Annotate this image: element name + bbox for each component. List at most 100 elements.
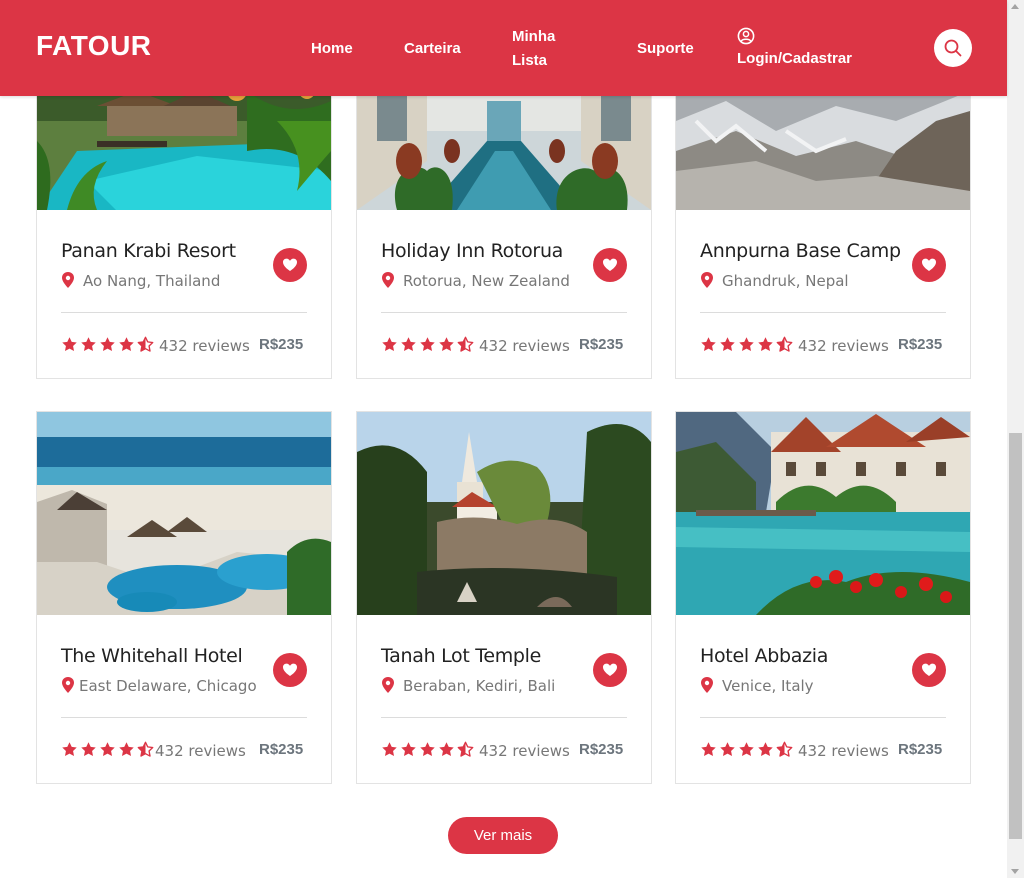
heart-icon [603, 663, 617, 676]
hotel-card[interactable]: Holiday Inn Rotorua Rotorua, New Zealand… [356, 60, 652, 379]
review-count: 432 reviews [479, 742, 570, 760]
star-full-icon [420, 337, 435, 352]
price: R$235 [259, 741, 304, 758]
nav-home[interactable]: Home [311, 37, 353, 61]
card-divider [700, 312, 946, 313]
card-divider [61, 717, 307, 718]
star-half-icon [137, 336, 154, 352]
search-button[interactable] [934, 29, 972, 67]
heart-icon [922, 663, 936, 676]
star-full-icon [62, 742, 77, 757]
star-half-icon [137, 741, 154, 757]
star-full-icon [81, 742, 96, 757]
star-full-icon [439, 742, 454, 757]
page-scrollbar[interactable] [1007, 0, 1024, 878]
search-icon [944, 39, 962, 57]
map-pin-icon [701, 272, 713, 288]
hotel-location: Ao Nang, Thailand [61, 272, 220, 290]
heart-icon [922, 258, 936, 271]
hotel-location: Beraban, Kediri, Bali [381, 677, 555, 695]
hotel-photo [357, 412, 651, 615]
star-full-icon [382, 742, 397, 757]
favorite-button[interactable] [912, 248, 946, 282]
star-full-icon [739, 742, 754, 757]
hotel-location: Ghandruk, Nepal [700, 272, 849, 290]
hotel-photo [676, 412, 970, 615]
hotel-location: East Delaware, Chicago [61, 677, 257, 695]
nav-login[interactable]: Login/Cadastrar [737, 27, 852, 71]
nav-my-list-line1: Minha [512, 28, 556, 45]
star-full-icon [720, 337, 735, 352]
hotel-location: Rotorua, New Zealand [381, 272, 570, 290]
favorite-button[interactable] [593, 653, 627, 687]
rating-stars [700, 336, 795, 356]
rating-stars [61, 741, 156, 761]
review-count: 432 reviews [155, 742, 246, 760]
star-full-icon [758, 337, 773, 352]
card-divider [61, 312, 307, 313]
hotel-card[interactable]: Hotel Abbazia Venice, Italy 432 reviews … [675, 411, 971, 784]
user-circle-icon [737, 27, 755, 45]
hotel-name: Annpurna Base Camp [700, 240, 901, 262]
scroll-up-arrow-icon[interactable] [1011, 4, 1019, 9]
nav-my-list[interactable]: Minha Lista [512, 25, 572, 73]
star-full-icon [758, 742, 773, 757]
star-full-icon [401, 337, 416, 352]
hotel-name: Panan Krabi Resort [61, 240, 236, 262]
hotel-photo [37, 412, 331, 615]
favorite-button[interactable] [912, 653, 946, 687]
map-pin-icon [62, 677, 74, 693]
star-full-icon [81, 337, 96, 352]
card-divider [381, 717, 627, 718]
price: R$235 [579, 741, 624, 758]
hotel-card[interactable]: The Whitehall Hotel East Delaware, Chica… [36, 411, 332, 784]
star-full-icon [701, 742, 716, 757]
star-half-icon [776, 336, 793, 352]
heart-icon [283, 258, 297, 271]
rating-stars [700, 741, 795, 761]
hotel-name: Holiday Inn Rotorua [381, 240, 564, 262]
review-count: 432 reviews [479, 337, 570, 355]
review-count: 432 reviews [798, 742, 889, 760]
nav-my-list-line2: Lista [512, 52, 548, 69]
hotel-location: Venice, Italy [700, 677, 814, 695]
star-full-icon [100, 742, 115, 757]
heart-icon [283, 663, 297, 676]
favorite-button[interactable] [273, 248, 307, 282]
see-more-button[interactable]: Ver mais [448, 817, 558, 854]
hotel-card[interactable]: Tanah Lot Temple Beraban, Kediri, Bali 4… [356, 411, 652, 784]
hotel-card[interactable]: Panan Krabi Resort Ao Nang, Thailand 432… [36, 60, 332, 379]
nav-login-label: Login/Cadastrar [737, 50, 853, 67]
price: R$235 [898, 336, 943, 353]
star-half-icon [457, 336, 474, 352]
top-navbar: FATOUR Home Carteira Minha Lista Suporte… [0, 0, 1007, 96]
brand-logo[interactable]: FATOUR [36, 30, 152, 62]
price: R$235 [259, 336, 304, 353]
card-divider [381, 312, 627, 313]
card-divider [700, 717, 946, 718]
review-count: 432 reviews [798, 337, 889, 355]
nav-support[interactable]: Suporte [637, 37, 694, 61]
map-pin-icon [62, 272, 74, 288]
hotel-name: Hotel Abbazia [700, 645, 829, 667]
review-count: 432 reviews [159, 337, 250, 355]
scroll-thumb[interactable] [1009, 433, 1022, 839]
price: R$235 [579, 336, 624, 353]
star-half-icon [776, 741, 793, 757]
star-full-icon [382, 337, 397, 352]
star-full-icon [62, 337, 77, 352]
favorite-button[interactable] [273, 653, 307, 687]
scroll-down-arrow-icon[interactable] [1011, 869, 1019, 874]
star-full-icon [420, 742, 435, 757]
hotel-name: Tanah Lot Temple [381, 645, 542, 667]
hotel-card[interactable]: Annpurna Base Camp Ghandruk, Nepal 432 r… [675, 60, 971, 379]
star-half-icon [457, 741, 474, 757]
favorite-button[interactable] [593, 248, 627, 282]
hotel-name: The Whitehall Hotel [61, 645, 243, 667]
star-full-icon [720, 742, 735, 757]
map-pin-icon [701, 677, 713, 693]
rating-stars [381, 336, 476, 356]
star-full-icon [100, 337, 115, 352]
nav-wallet[interactable]: Carteira [404, 37, 461, 61]
price: R$235 [898, 741, 943, 758]
